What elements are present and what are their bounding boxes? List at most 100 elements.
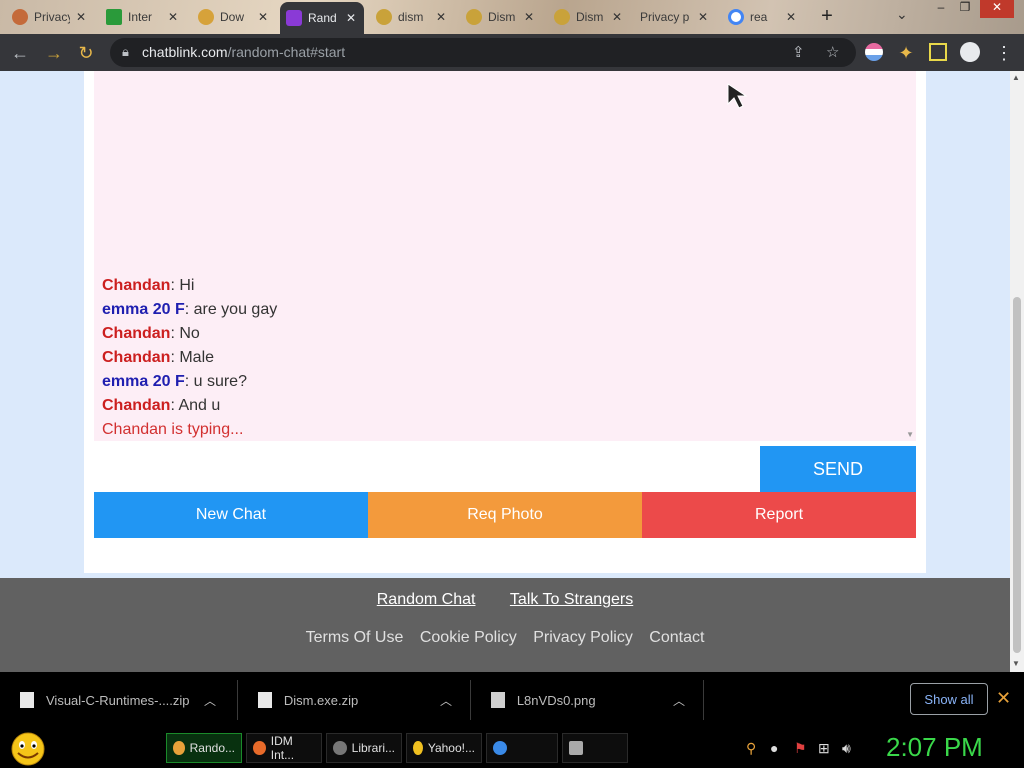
browser-tab[interactable]: Privacy p ✕ (634, 3, 716, 31)
tab-close-icon[interactable]: ✕ (434, 10, 448, 24)
browser-tab[interactable]: rea ✕ (722, 3, 804, 31)
request-photo-button[interactable]: Req Photo (368, 492, 642, 538)
send-button[interactable]: SEND (760, 446, 916, 492)
browser-tab[interactable]: Inter ✕ (100, 3, 186, 31)
message-text: : And u (170, 397, 221, 414)
tab-close-icon[interactable]: ✕ (696, 10, 710, 24)
network-icon[interactable]: ⊞ (818, 740, 830, 757)
tray-app-icon[interactable]: ● (770, 740, 778, 756)
browser-tab[interactable]: Dism ✕ (548, 3, 630, 31)
message-input[interactable] (94, 446, 760, 492)
browser-tab-active[interactable]: Rand ✕ (280, 2, 364, 34)
tab-close-icon[interactable]: ✕ (784, 10, 798, 24)
scroll-up-arrow-icon[interactable]: ▲ (1012, 73, 1020, 82)
new-tab-button[interactable]: + (816, 6, 838, 28)
message-text: : Male (170, 349, 215, 366)
taskbar-item-app[interactable] (486, 733, 558, 763)
browser-toolbar: ← → ↻ 🔒︎ chatblink.com/random-chat#start… (0, 34, 1024, 71)
forward-arrow-icon[interactable]: → (42, 41, 66, 65)
restore-icon[interactable]: ❐ (952, 0, 978, 18)
taskbar-item-chrome[interactable]: Rando... (166, 733, 242, 763)
sender-name: emma 20 F (102, 301, 185, 318)
report-button[interactable]: Report (642, 492, 916, 538)
libraries-icon (333, 741, 347, 755)
footer-secondary-links: Terms Of Use Cookie Policy Privacy Polic… (0, 629, 1010, 647)
download-item[interactable]: Visual-C-Runtimes-....zip ︿ (0, 680, 238, 720)
action-center-flag-icon[interactable]: ⚑ (794, 740, 807, 757)
tab-close-icon[interactable]: ✕ (256, 10, 270, 24)
browser-tab[interactable]: Privacy - ✕ (6, 3, 94, 31)
taskbar-clock[interactable]: 2:07 PM (886, 732, 983, 763)
bookmark-star-icon[interactable]: ☆ (826, 43, 839, 61)
tab-close-icon[interactable]: ✕ (74, 10, 88, 24)
message-text: : Hi (170, 277, 195, 294)
show-all-downloads-button[interactable]: Show all (910, 683, 988, 715)
browser-tab-strip: Privacy - ✕ Inter ✕ Dow ✕ Rand ✕ dism ✕ … (0, 0, 1024, 34)
share-icon[interactable]: ⇪ (792, 43, 805, 61)
firefox-icon (253, 741, 266, 755)
talk-to-strangers-link[interactable]: Talk To Strangers (510, 591, 633, 608)
taskbar-item-label: Yahoo!... (427, 741, 475, 755)
chevron-up-icon[interactable]: ︿ (204, 692, 216, 709)
chat-message: Chandan: No (102, 322, 277, 346)
tab-favicon-icon (376, 9, 392, 25)
chevron-up-icon[interactable]: ︿ (440, 692, 452, 709)
close-window-icon[interactable]: ✕ (980, 0, 1014, 18)
chat-card: Chandan: Hi emma 20 F: are you gay Chand… (84, 71, 926, 573)
back-arrow-icon[interactable]: ← (8, 41, 32, 65)
chevron-up-icon[interactable]: ︿ (673, 692, 685, 709)
tab-favicon-icon (198, 9, 214, 25)
search-icon[interactable]: ⚲ (746, 740, 756, 757)
url-text[interactable]: chatblink.com/random-chat#start (142, 44, 345, 60)
message-text: : u sure? (184, 373, 247, 390)
address-bar[interactable]: 🔒︎ chatblink.com/random-chat#start ⇪ ☆ (110, 38, 856, 67)
page-viewport: Chandan: Hi emma 20 F: are you gay Chand… (0, 71, 1024, 672)
taskbar-item-app[interactable] (562, 733, 628, 763)
contact-link[interactable]: Contact (649, 629, 704, 646)
new-chat-button[interactable]: New Chat (94, 492, 368, 538)
tab-title: Privacy - (34, 10, 70, 24)
site-footer: Random Chat Talk To Strangers Terms Of U… (0, 578, 1010, 672)
minimize-icon[interactable]: – (928, 0, 954, 18)
download-item[interactable]: L8nVDs0.png ︿ (471, 680, 704, 720)
tab-close-icon[interactable]: ✕ (610, 10, 624, 24)
extensions-puzzle-icon[interactable]: ✦ (894, 41, 918, 65)
random-chat-link[interactable]: Random Chat (377, 591, 476, 608)
volume-icon[interactable]: 🔊︎ (842, 740, 851, 757)
extension-flag-icon[interactable] (865, 43, 883, 61)
close-shelf-icon[interactable]: ✕ (996, 688, 1011, 709)
browser-tab[interactable]: dism ✕ (370, 3, 454, 31)
typing-indicator: Chandan is typing... (102, 421, 244, 438)
profile-avatar-icon[interactable] (960, 42, 980, 62)
kebab-menu-icon[interactable]: ⋮ (992, 41, 1016, 65)
taskbar-item-idm[interactable]: IDM Int... (246, 733, 322, 763)
tab-search-chevron-icon[interactable]: ⌄ (896, 6, 908, 23)
browser-tab[interactable]: Dism ✕ (460, 3, 542, 31)
privacy-policy-link[interactable]: Privacy Policy (533, 629, 633, 646)
tab-close-icon[interactable]: ✕ (522, 10, 536, 24)
chat-log[interactable]: Chandan: Hi emma 20 F: are you gay Chand… (94, 71, 916, 441)
terms-of-use-link[interactable]: Terms Of Use (306, 629, 404, 646)
page-scrollbar[interactable]: ▲ ▼ (1010, 71, 1024, 672)
taskbar-item-yahoo[interactable]: Yahoo!... (406, 733, 482, 763)
side-panel-icon[interactable] (929, 43, 947, 61)
tab-title: Privacy p (640, 10, 690, 24)
start-smiley-icon[interactable] (8, 732, 48, 766)
download-filename: Dism.exe.zip (283, 692, 359, 708)
cookie-policy-link[interactable]: Cookie Policy (420, 629, 517, 646)
scrollbar-thumb[interactable] (1013, 297, 1021, 653)
tab-title: Dism (576, 10, 604, 24)
download-item[interactable]: Dism.exe.zip ︿ (238, 680, 471, 720)
chat-log-scroll-down-icon[interactable]: ▼ (906, 430, 914, 439)
reload-icon[interactable]: ↻ (74, 41, 98, 65)
browser-tab[interactable]: Dow ✕ (192, 3, 276, 31)
chat-message: emma 20 F: u sure? (102, 370, 277, 394)
scroll-down-arrow-icon[interactable]: ▼ (1012, 659, 1020, 668)
taskbar-item-libraries[interactable]: Librari... (326, 733, 402, 763)
tab-favicon-icon (466, 9, 482, 25)
tab-close-icon[interactable]: ✕ (344, 11, 358, 25)
tab-title: dism (398, 10, 424, 24)
taskbar-item-label: IDM Int... (270, 734, 295, 762)
message-compose-row: SEND (94, 446, 916, 492)
tab-close-icon[interactable]: ✕ (166, 10, 180, 24)
